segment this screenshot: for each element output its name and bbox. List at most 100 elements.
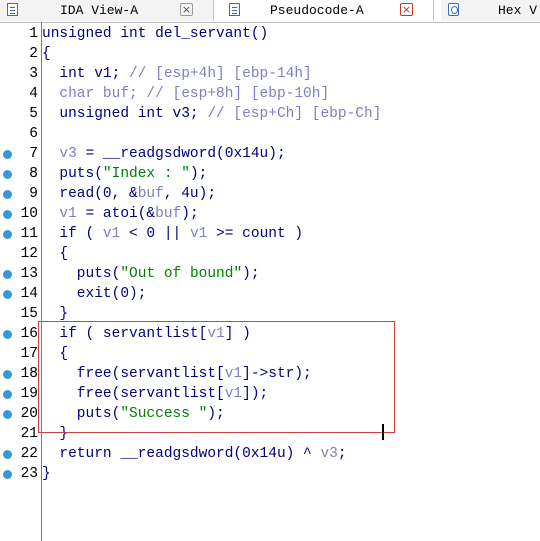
tab-label: Pseudocode-A	[270, 3, 364, 18]
code-line[interactable]: 12 {	[0, 244, 540, 264]
code-token: >= count )	[207, 226, 304, 242]
code-token: // [esp+Ch] [ebp-Ch]	[207, 106, 382, 122]
line-number: 17	[20, 346, 38, 362]
code-token: return __readgsdword(0x14u) ^	[42, 446, 321, 462]
code-token: "Out of bound"	[120, 266, 243, 282]
code-token: < 0 ||	[120, 226, 190, 242]
line-number: 12	[20, 246, 38, 262]
line-number: 14	[20, 286, 38, 302]
code-text: exit(0);	[42, 284, 147, 304]
code-text: unsigned int del_servant()	[42, 24, 268, 44]
code-token: puts(	[42, 166, 103, 182]
line-number: 7	[29, 146, 38, 162]
code-line[interactable]: 10 v1 = atoi(&buf);	[0, 204, 540, 224]
breakpoint-dot-icon[interactable]	[3, 270, 12, 279]
code-text: puts("Index : ");	[42, 164, 207, 184]
code-token: );	[242, 266, 260, 282]
line-number: 1	[29, 26, 38, 42]
code-token: v3	[320, 446, 338, 462]
code-line[interactable]: 6	[0, 124, 540, 144]
breakpoint-dot-icon[interactable]	[3, 330, 12, 339]
code-line[interactable]: 4 char buf; // [esp+8h] [ebp-10h]	[0, 84, 540, 104]
code-token: // [esp+4h] [ebp-14h]	[129, 66, 312, 82]
code-line[interactable]: 9 read(0, &buf, 4u);	[0, 184, 540, 204]
code-token: = atoi(&	[76, 206, 156, 222]
code-text: read(0, &buf, 4u);	[42, 184, 216, 204]
line-number: 20	[20, 406, 38, 422]
code-token: unsigned int v3;	[42, 106, 208, 122]
code-token: char buf; // [esp+8h] [ebp-10h]	[42, 86, 330, 102]
code-token: {	[42, 246, 69, 262]
breakpoint-dot-icon[interactable]	[3, 190, 12, 199]
line-number: 9	[29, 186, 38, 202]
code-token: puts(	[42, 266, 121, 282]
tab-bar: IDA View-A × Pseudocode-A × Hex V	[0, 0, 540, 23]
code-line[interactable]: 5 unsigned int v3; // [esp+Ch] [ebp-Ch]	[0, 104, 540, 124]
code-line[interactable]: 11 if ( v1 < 0 || v1 >= count )	[0, 224, 540, 244]
code-text: if ( v1 < 0 || v1 >= count )	[42, 224, 303, 244]
document-icon	[229, 3, 240, 16]
breakpoint-dot-icon[interactable]	[3, 470, 12, 479]
line-number: 4	[29, 86, 38, 102]
code-line[interactable]: 7 v3 = __readgsdword(0x14u);	[0, 144, 540, 164]
breakpoint-dot-icon[interactable]	[3, 450, 12, 459]
code-token: buf	[155, 206, 182, 222]
code-line[interactable]: 23}	[0, 464, 540, 484]
close-icon[interactable]: ×	[400, 3, 413, 16]
breakpoint-dot-icon[interactable]	[3, 230, 12, 239]
breakpoint-dot-icon[interactable]	[3, 290, 12, 299]
code-token: }	[42, 466, 51, 482]
tab-label: Hex V	[498, 3, 538, 18]
close-icon[interactable]: ×	[180, 3, 193, 16]
tab-ida-view-a[interactable]: IDA View-A ×	[0, 0, 213, 21]
tab-label: IDA View-A	[60, 3, 139, 18]
code-text: unsigned int v3; // [esp+Ch] [ebp-Ch]	[42, 104, 381, 124]
breakpoint-dot-icon[interactable]	[3, 210, 12, 219]
code-token: v1	[102, 226, 121, 242]
line-number: 18	[20, 366, 38, 382]
line-number: 11	[20, 226, 38, 242]
code-text: v3 = __readgsdword(0x14u);	[42, 144, 286, 164]
code-text: {	[42, 244, 68, 264]
pseudocode-editor[interactable]: 1 unsigned int del_servant() 2{3 int v1; /…	[0, 22, 540, 541]
breakpoint-dot-icon[interactable]	[3, 150, 12, 159]
line-number: 3	[29, 66, 38, 82]
code-line[interactable]: 22 return __readgsdword(0x14u) ^ v3;	[0, 444, 540, 464]
breakpoint-dot-icon[interactable]	[3, 410, 12, 419]
code-token: v3	[42, 146, 77, 162]
line-number: 10	[20, 206, 38, 222]
code-token: }	[42, 306, 69, 322]
line-number: 16	[20, 326, 38, 342]
code-line[interactable]: 2{	[0, 44, 540, 64]
breakpoint-dot-icon[interactable]	[3, 390, 12, 399]
tab-hex-view[interactable]: Hex V	[441, 0, 540, 21]
code-token: "Index : "	[102, 166, 190, 182]
line-number: 19	[20, 386, 38, 402]
tab-separator	[213, 0, 214, 21]
code-text: char buf; // [esp+8h] [ebp-10h]	[42, 84, 329, 104]
code-line[interactable]: 1 unsigned int del_servant()	[0, 24, 540, 44]
line-number: 8	[29, 166, 38, 182]
breakpoint-dot-icon[interactable]	[3, 370, 12, 379]
code-line[interactable]: 3 int v1; // [esp+4h] [ebp-14h]	[0, 64, 540, 84]
code-line[interactable]: 8 puts("Index : ");	[0, 164, 540, 184]
breakpoint-dot-icon[interactable]	[3, 170, 12, 179]
line-number: 23	[20, 466, 38, 482]
tab-pseudocode-a[interactable]: Pseudocode-A ×	[222, 0, 427, 21]
code-token: exit(0);	[42, 286, 147, 302]
code-line[interactable]: 13 puts("Out of bound");	[0, 264, 540, 284]
code-token: );	[181, 206, 199, 222]
code-text: int v1; // [esp+4h] [ebp-14h]	[42, 64, 312, 84]
document-icon	[7, 3, 18, 16]
code-token: = __readgsdword(0x14u);	[76, 146, 286, 162]
code-token: if (	[42, 226, 103, 242]
code-token: unsigned int del_servant()	[42, 26, 269, 42]
code-token: v1	[189, 226, 208, 242]
code-line[interactable]: 14 exit(0);	[0, 284, 540, 304]
code-token: {	[42, 46, 51, 62]
line-number: 13	[20, 266, 38, 282]
code-text: {	[42, 44, 51, 64]
code-token: ;	[337, 446, 347, 462]
code-text: puts("Out of bound");	[42, 264, 260, 284]
line-number: 15	[20, 306, 38, 322]
